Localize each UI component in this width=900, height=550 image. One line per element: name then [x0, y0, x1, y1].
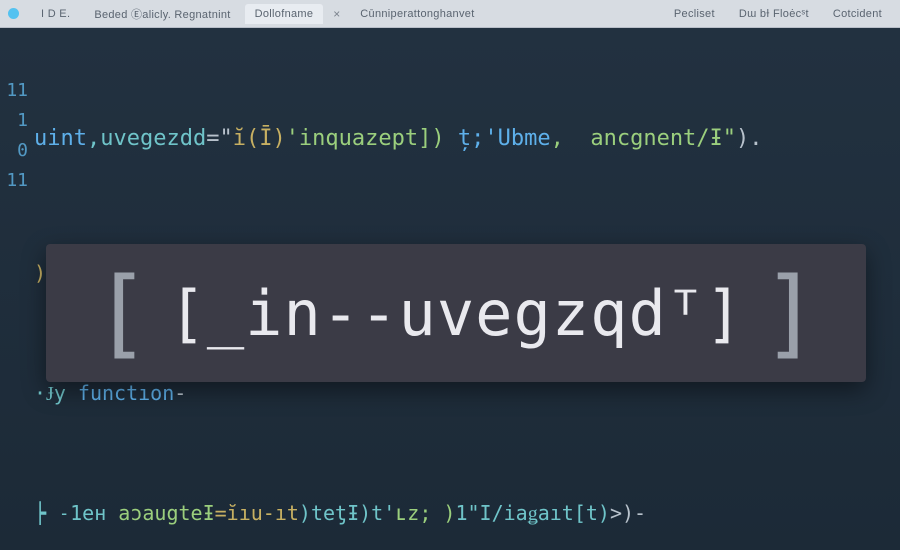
- token-ident: ț;'Ubme: [445, 124, 551, 154]
- token-string: ʟz; ): [395, 498, 455, 528]
- token-op: =: [215, 498, 227, 528]
- code-line: ┝ ˗1eн aɔaugteƗ = ĭıu-ıt )teƫƗ)t' ʟz; ) …: [34, 498, 900, 528]
- window-control-dot[interactable]: [8, 8, 19, 19]
- token-call: ĭıu-ıt: [227, 498, 299, 528]
- token-punc: ┝ ˗1eн: [34, 498, 106, 528]
- token-ident: ,uvegezdd: [87, 124, 206, 154]
- line-number-gutter: 11 1 0 11: [0, 28, 34, 550]
- code-editor[interactable]: 11 1 0 11 uint ,uvegezdd =" ĭ(Ī) 'inquaz…: [0, 28, 900, 550]
- token-punc: -: [174, 378, 186, 408]
- ide-label: I D E.: [31, 4, 80, 24]
- token-keyword: uint: [34, 124, 87, 154]
- tab-file-1[interactable]: Beded Ⓔalicly. Regnatnint: [84, 2, 240, 26]
- completion-text: [_in--uvegzqdᵀ]: [151, 277, 762, 350]
- token-string: , ancgnent/Ɨ": [551, 124, 736, 154]
- tab-bar: I D E. Beded Ⓔalicly. Regnatnint Dollofn…: [0, 0, 900, 28]
- line-number: 1 0: [0, 106, 34, 166]
- bracket-right-icon: [761, 265, 819, 361]
- token-keyword: functıon: [78, 378, 174, 408]
- token-punc: >)-: [610, 498, 646, 528]
- close-icon[interactable]: ×: [333, 7, 340, 21]
- bracket-left-icon: [93, 265, 151, 361]
- token-punc: =": [206, 124, 233, 154]
- tab-action-3[interactable]: Cotcident: [823, 4, 892, 24]
- token-punc: ·Ɉy: [34, 378, 78, 408]
- code-line: uint ,uvegezdd =" ĭ(Ī) 'inquazept]) ț;'U…: [34, 124, 900, 154]
- completion-overlay[interactable]: [_in--uvegzqdᵀ]: [46, 244, 866, 382]
- line-number: 11: [0, 166, 34, 196]
- line-number: 11: [0, 76, 34, 106]
- token-call: ĭ(Ī): [233, 124, 286, 154]
- token-ident: 1"I/iaǥaıt[t): [455, 498, 610, 528]
- tab-file-3[interactable]: Cūnniperattonghanvet: [350, 4, 484, 24]
- token-ident: )teƫƗ)t': [299, 498, 395, 528]
- token-ident: aɔaugteƗ: [106, 498, 214, 528]
- token-punc: ): [34, 258, 46, 288]
- token-string: 'inquazept]): [286, 124, 445, 154]
- tab-action-1[interactable]: Pecliset: [664, 4, 725, 24]
- token-punc: ).: [736, 124, 763, 154]
- code-line: ·Ɉy functıon -: [34, 378, 900, 408]
- tab-file-2[interactable]: Dollofname: [245, 4, 324, 24]
- tab-action-2[interactable]: Dɯ bƗ Floėcˢt: [729, 4, 819, 24]
